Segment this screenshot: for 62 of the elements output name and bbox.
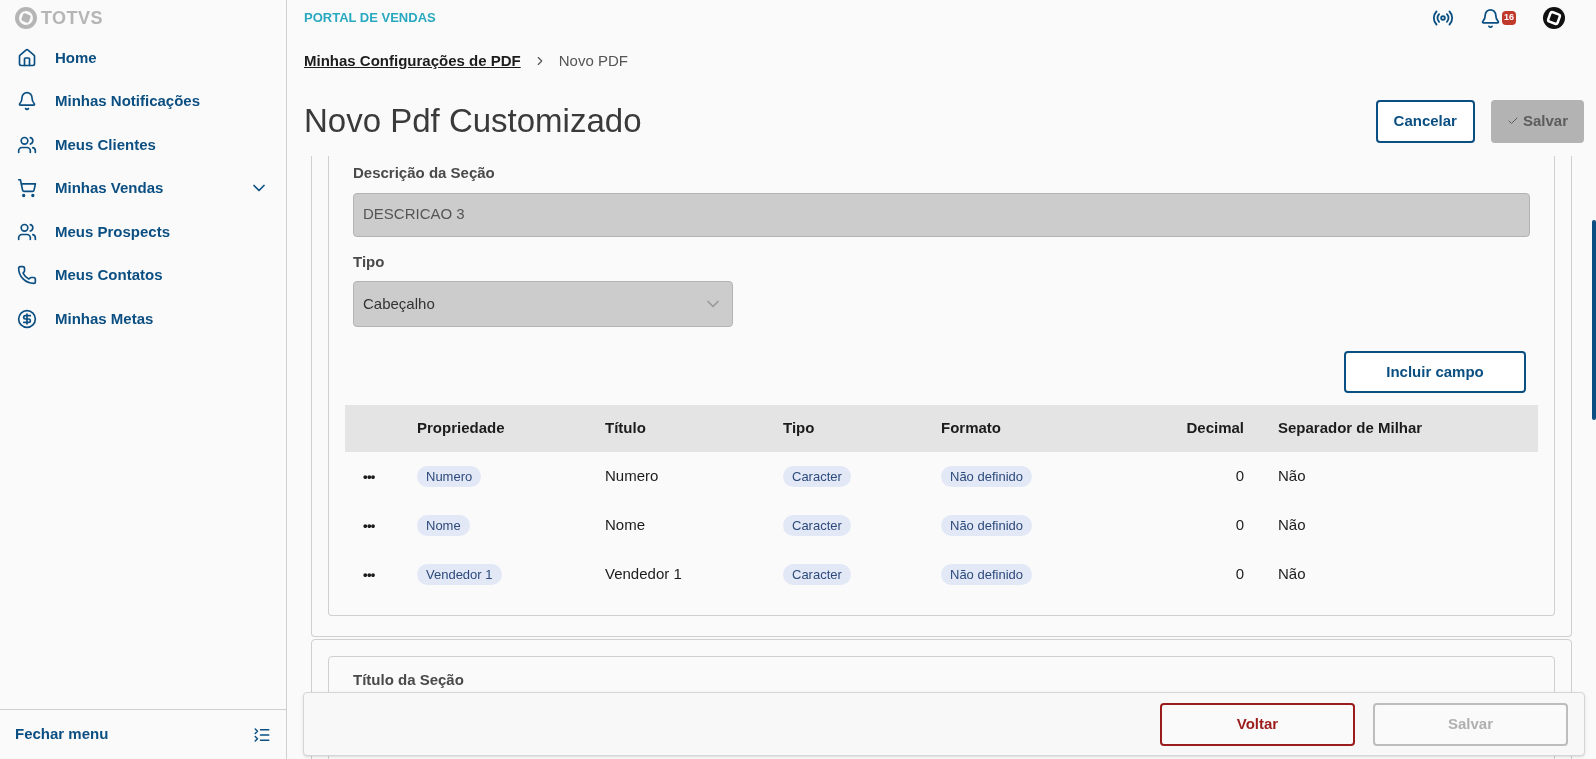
sidebar-item[interactable]: Minhas Vendas: [0, 166, 286, 210]
column-header: Decimal: [1185, 418, 1244, 439]
column-header: Propriedade: [417, 418, 506, 439]
description-field[interactable]: DESCRICAO 3: [353, 192, 1530, 237]
page-title: Novo Pdf Customizado: [304, 101, 642, 142]
profile-icon[interactable]: [1542, 6, 1566, 30]
row-actions-button[interactable]: •••: [363, 469, 375, 485]
table-cell-text: 0: [1234, 515, 1244, 536]
type-tag: Caracter: [783, 564, 851, 586]
format-tag: Não definido: [941, 515, 1032, 537]
sidebar-item[interactable]: Home: [0, 36, 286, 80]
breadcrumb-current: Novo PDF: [558, 50, 628, 71]
column-header: Formato: [941, 418, 1002, 439]
phone-icon: [17, 265, 37, 286]
scrollbar[interactable]: [1592, 220, 1596, 420]
cancel-button[interactable]: Cancelar: [1375, 99, 1475, 143]
type-select[interactable]: Cabeçalho: [353, 281, 733, 327]
table-cell-text: 0: [1234, 564, 1244, 585]
property-tag: Vendedor 1: [417, 564, 502, 586]
breadcrumb-link[interactable]: Minhas Configurações de PDF: [304, 49, 521, 73]
table-cell-text: Numero: [605, 466, 660, 487]
users-icon: [17, 134, 37, 155]
format-tag: Não definido: [941, 564, 1032, 586]
sidebar-item[interactable]: Meus Prospects: [0, 210, 286, 254]
table-cell-text: Não: [1277, 564, 1307, 585]
property-tag: Numero: [417, 466, 482, 488]
section-title-label: Título da Seção: [353, 670, 465, 690]
bell-icon: [17, 91, 37, 112]
back-button[interactable]: Voltar: [1160, 702, 1355, 746]
column-header: Separador de Milhar: [1277, 418, 1424, 439]
add-field-button[interactable]: Incluir campo: [1344, 351, 1526, 393]
column-header: Título: [605, 418, 647, 439]
notification-badge: 16: [1502, 11, 1516, 25]
column-header: Tipo: [783, 418, 816, 439]
type-tag: Caracter: [783, 466, 851, 488]
cart-icon: [17, 178, 37, 199]
format-tag: Não definido: [941, 466, 1032, 488]
row-actions-button[interactable]: •••: [363, 518, 375, 534]
sidebar-item[interactable]: Minhas Metas: [0, 297, 286, 341]
notifications-icon[interactable]: [1480, 7, 1501, 29]
sidebar-item[interactable]: Meus Contatos: [0, 253, 286, 297]
logo-icon: [15, 7, 37, 29]
table-cell-text: Nome: [605, 515, 646, 536]
table-cell-text: 0: [1234, 466, 1244, 487]
type-label: Tipo: [353, 251, 386, 272]
sidebar-item[interactable]: Minhas Notificações: [0, 79, 286, 123]
home-icon: [17, 47, 37, 68]
table-cell-text: Vendedor 1: [605, 564, 683, 585]
description-label: Descrição da Seção: [353, 163, 496, 183]
sidebar-item[interactable]: Meus Clientes: [0, 123, 286, 167]
close-menu-link[interactable]: Fechar menu: [15, 723, 109, 746]
logo-text: TOTVS: [41, 6, 103, 30]
collapse-icon[interactable]: [253, 725, 271, 744]
dollar-icon: [17, 308, 37, 329]
type-tag: Caracter: [783, 515, 851, 537]
row-actions-button[interactable]: •••: [363, 567, 375, 583]
check-icon: [1506, 115, 1519, 127]
users-icon: [17, 221, 37, 242]
portal-title: PORTAL DE VENDAS: [304, 9, 436, 28]
table-cell-text: Não: [1277, 515, 1307, 536]
property-tag: Nome: [417, 515, 470, 537]
table-cell-text: Não: [1277, 466, 1307, 487]
